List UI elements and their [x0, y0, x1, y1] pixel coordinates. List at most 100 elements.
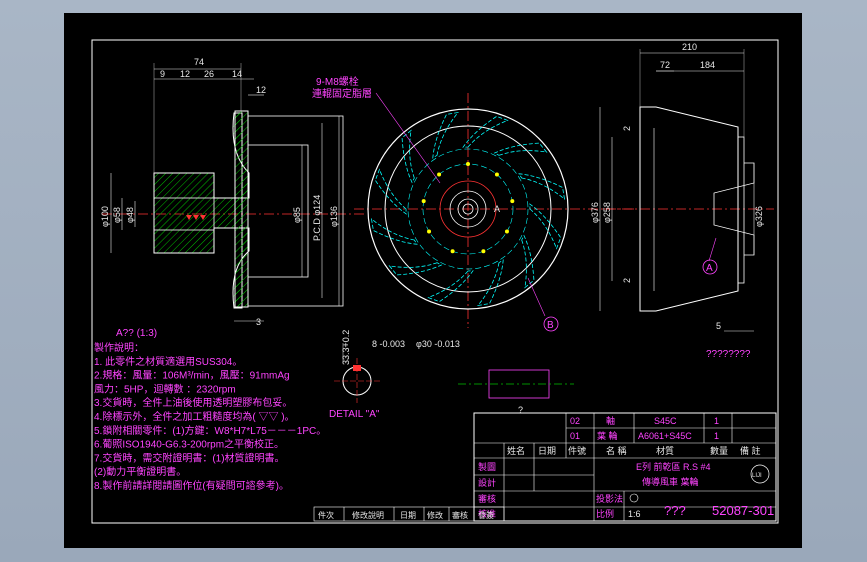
center-label: A [494, 204, 500, 214]
scale-value: 1:6 [628, 509, 641, 519]
bolt-hole [427, 229, 432, 234]
balloon-leader-b [527, 277, 546, 317]
note-line: 風力：5HP，迴轉數 ：2320rpm [94, 382, 236, 395]
view-caption: A?? (1:3) [116, 328, 157, 339]
drawing-no-prefix: ??? [664, 503, 686, 518]
part-01-qty: 1 [714, 431, 719, 441]
dim-phi326: φ326 [754, 206, 764, 227]
bolt-hole [450, 249, 455, 254]
part-caption: ???????? [706, 349, 751, 360]
bolt-hole [504, 229, 509, 234]
manufacturing-notes: 製作說明：1. 此零件之材質適選用SUS304。2.規格：風量：106M³/mi… [94, 341, 326, 492]
bolt-hole [481, 249, 486, 254]
drawing-sheet: 74 9 12 26 14 12 φ100 φ58 φ48 φ85 P.C.D … [64, 13, 802, 548]
rev-mod: 修改 [427, 510, 443, 520]
part-02-material: S45C [654, 416, 677, 426]
dim-9: 9 [160, 69, 165, 79]
dim-14: 14 [232, 69, 242, 79]
note-line: 7.交貨時，需交附證明書：(1)材質證明書。 [94, 451, 285, 464]
detail-label: DETAIL "A" [329, 409, 380, 420]
dim-phi100: φ100 [100, 206, 110, 227]
part-01-name: 葉 輪 [597, 430, 618, 441]
note-line: 4.除標示外，全件之加工粗糙度均為( ▽▽ )。 [94, 410, 295, 423]
row-draw: 製圖 [478, 461, 496, 472]
impeller-blade [529, 203, 562, 250]
drawing-no: 52087-301 [712, 503, 774, 518]
bolt-hole [494, 172, 499, 177]
bolt-hole [421, 199, 426, 204]
tol-bore: φ30 -0.013 [416, 339, 460, 349]
flange-plate [234, 110, 249, 308]
impeller-blade [493, 142, 548, 156]
drawing-name: 傳導風車 葉輪 [642, 476, 699, 487]
impeller-blade [518, 173, 566, 200]
note-line: (2)動力平衡證明書。 [94, 465, 186, 478]
dim-72: 72 [660, 60, 670, 70]
tol-top: 33.3+0.2 [341, 330, 351, 365]
rev-desc: 修改說明 [352, 510, 384, 520]
rev-sign: 會簽 [478, 510, 494, 520]
impeller-plan-view: 9-M8螺栓 連輥固定脂層 A B [312, 75, 634, 332]
note-line: 3.交貨時，全件上油後使用透明塑膠布包妥。 [94, 396, 292, 409]
dim-phi258: φ258 [602, 202, 612, 223]
right-side-view: 210 72 184 φ376 φ258 2 2 φ326 5 A ??????… [590, 42, 774, 360]
tol-key: 8 -0.003 [372, 339, 405, 349]
impeller-blade [374, 168, 407, 215]
rev-count: 件次 [318, 510, 334, 520]
bolt-hole [437, 172, 442, 177]
dim-210: 210 [682, 42, 697, 52]
hdr-title: 名 稱 [606, 445, 627, 456]
cad-drawing: 74 9 12 26 14 12 φ100 φ58 φ48 φ85 P.C.D … [91, 39, 779, 524]
part-02-qty: 1 [714, 416, 719, 426]
scale-label: 比例 [596, 508, 614, 519]
part-02-no: 02 [570, 416, 580, 426]
dim-12b: 12 [256, 85, 266, 95]
note-line: 2.規格：風量：106M³/min，風壓：91mmAg [94, 369, 290, 382]
hdr-date: 日期 [538, 446, 556, 456]
dim-phi136: φ136 [329, 206, 339, 227]
note-line: 製作說明： [94, 341, 144, 354]
row-check: 審核 [478, 493, 496, 504]
dim-26: 26 [204, 69, 214, 79]
dim-phi58: φ58 [112, 207, 122, 223]
dim-2b: 2 [622, 278, 632, 283]
balloon-a-label: A [706, 263, 713, 274]
dim-phi48: φ48 [125, 207, 135, 223]
detail-a: 33.3+0.2 8 -0.003 φ30 -0.013 DETAIL "A" … [329, 330, 574, 420]
dim-184: 184 [700, 60, 715, 70]
part-01-material: A6061+S45C [638, 431, 692, 441]
title-block: 02 軸 S45C 1 01 葉 輪 A6061+S45C 1 姓名 日期 件號… [313, 412, 777, 522]
dim-phi376: φ376 [590, 202, 600, 223]
dim-2a: 2 [622, 126, 632, 131]
dim-12: 12 [180, 69, 190, 79]
bolt-callout-2: 連輥固定脂層 [312, 87, 372, 100]
rev-date: 日期 [400, 511, 416, 520]
back-plate [737, 136, 745, 284]
note-line: 6.葡照ISO1940-G6.3-200rpm之平衡校正。 [94, 438, 284, 451]
impeller-blade [521, 234, 535, 289]
bolt-hole [510, 199, 515, 204]
impeller-blade [388, 262, 443, 276]
balloon-b-label: B [547, 320, 554, 331]
impeller-blade [427, 270, 474, 303]
impeller-blade [370, 218, 418, 245]
hdr-remark: 備 註 [740, 445, 761, 456]
dim-phi85: φ85 [292, 207, 302, 223]
impeller-blade [462, 115, 509, 148]
hdr-name: 姓名 [507, 445, 525, 456]
hdr-qty: 數量 [710, 445, 728, 456]
projection-label: 投影法 [596, 493, 623, 504]
projection-symbol [629, 493, 639, 503]
dim-74: 74 [194, 57, 204, 67]
impeller-blade [477, 259, 504, 307]
impeller-blade [432, 111, 459, 159]
note-line: 8.製作前請詳閱請圖作位(有疑問可諮參考)。 [94, 479, 289, 492]
dim-3: 3 [256, 317, 261, 327]
bolt-hole [466, 162, 470, 166]
dim-pcd: P.C.D φ124 [312, 195, 322, 241]
project-line: E列 前乾區 R.S #4 [636, 461, 711, 472]
note-line: 5.鎖附相關零件：(1)方鍵：W8*H7*L75－－－1PC。 [94, 424, 326, 437]
logo-text: LIJI [752, 473, 762, 479]
callout-leader [375, 92, 441, 184]
dim-5: 5 [716, 321, 721, 331]
